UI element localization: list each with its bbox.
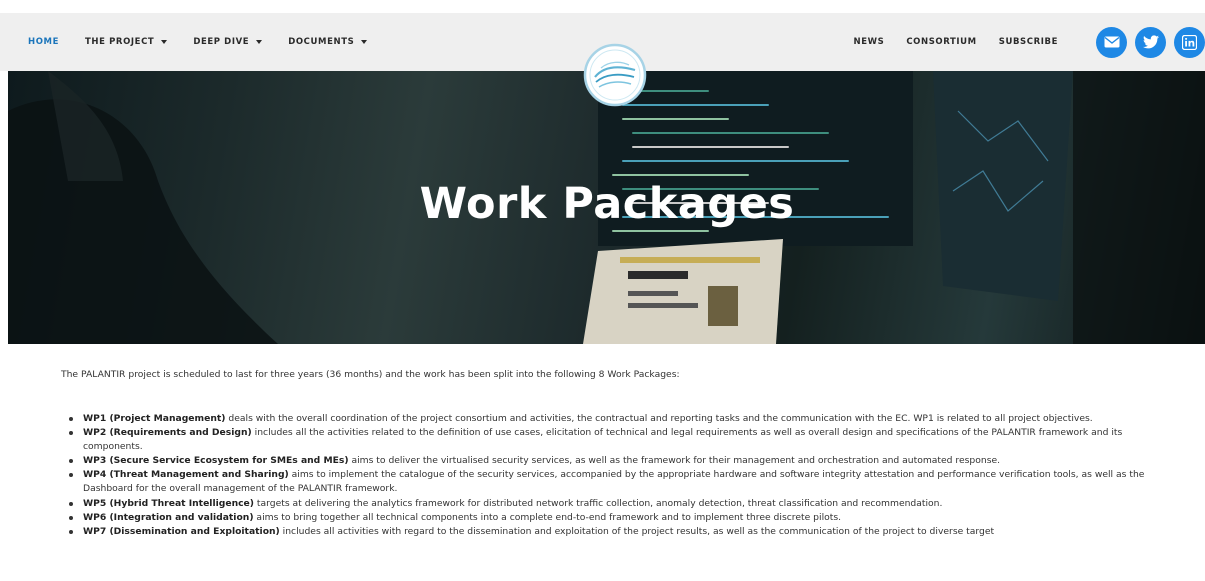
wp-description: aims to bring together all technical com… [253,511,842,523]
main-content: The PALANTIR project is scheduled to las… [0,344,1205,581]
nav-home[interactable]: HOME [28,37,59,47]
nav-documents-label: DOCUMENTS [288,37,355,47]
wp-description: includes all activities with regard to t… [279,525,995,537]
list-item: WP7 (Dissemination and Exploitation) inc… [61,525,1176,539]
list-item: WP6 (Integration and validation) aims to… [61,511,1176,525]
chevron-down-icon [161,40,168,44]
palantir-logo[interactable] [583,43,647,107]
wp-title: WP6 (Integration and validation) [83,511,254,523]
linkedin-icon [1182,34,1197,50]
nav-the-project[interactable]: THE PROJECT [85,37,168,47]
twitter-icon [1142,35,1159,49]
list-item: WP1 (Project Management) deals with the … [61,412,1176,426]
wp-description: deals with the overall coordination of t… [225,413,1093,424]
email-icon [1104,36,1119,48]
chevron-down-icon [256,40,263,44]
list-item: WP3 (Secure Service Ecosystem for SMEs a… [61,454,1176,468]
nav-documents[interactable]: DOCUMENTS [288,37,368,47]
wp-title: WP7 (Dissemination and Exploitation) [83,525,280,537]
intro-paragraph: The PALANTIR project is scheduled to las… [61,369,680,380]
wp-description: targets at delivering the analytics fram… [253,497,943,509]
nav-deep-dive[interactable]: DEEP DIVE [193,37,263,47]
wp-title: WP2 (Requirements and Design) [83,427,252,439]
wp-title: WP4 (Threat Management and Sharing) [83,469,289,481]
email-button[interactable] [1096,26,1127,58]
wp-title: WP5 (Hybrid Threat Intelligence) [83,497,254,509]
page-title: Work Packages [419,179,795,229]
nav-the-project-label: THE PROJECT [85,37,155,47]
secondary-nav: NEWS CONSORTIUM SUBSCRIBE [853,13,1205,71]
wp-title: WP1 (Project Management) [83,413,226,424]
list-item: WP5 (Hybrid Threat Intelligence) targets… [61,497,1176,511]
linkedin-button[interactable] [1174,26,1205,58]
list-item: WP4 (Threat Management and Sharing) aims… [61,468,1176,496]
primary-nav: HOME THE PROJECT DEEP DIVE DOCUMENTS [28,13,393,71]
nav-subscribe[interactable]: SUBSCRIBE [999,37,1058,47]
list-item: WP2 (Requirements and Design) includes a… [61,426,1176,454]
wp-description: aims to deliver the virtualised security… [348,455,1001,467]
wp-title: WP3 (Secure Service Ecosystem for SMEs a… [83,455,349,467]
work-package-list: WP1 (Project Management) deals with the … [61,412,1176,539]
nav-news[interactable]: NEWS [853,37,884,47]
hero-banner: Work Packages [8,71,1205,344]
nav-deep-dive-label: DEEP DIVE [193,37,250,47]
nav-consortium[interactable]: CONSORTIUM [906,37,976,47]
chevron-down-icon [361,40,368,44]
twitter-button[interactable] [1135,26,1166,58]
nav-home-label: HOME [28,37,60,47]
